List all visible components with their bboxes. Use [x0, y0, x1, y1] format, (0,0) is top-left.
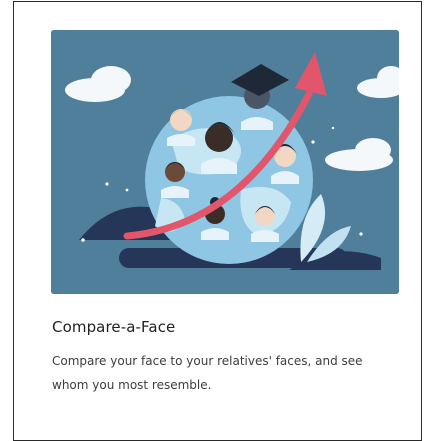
feature-card[interactable]: Compare-a-Face Compare your face to your… — [13, 1, 422, 441]
globe-faces-illustration-svg — [51, 30, 399, 294]
card-title: Compare-a-Face — [52, 318, 176, 336]
compare-a-face-illustration — [51, 30, 399, 294]
card-description: Compare your face to your relatives' fac… — [52, 354, 363, 392]
